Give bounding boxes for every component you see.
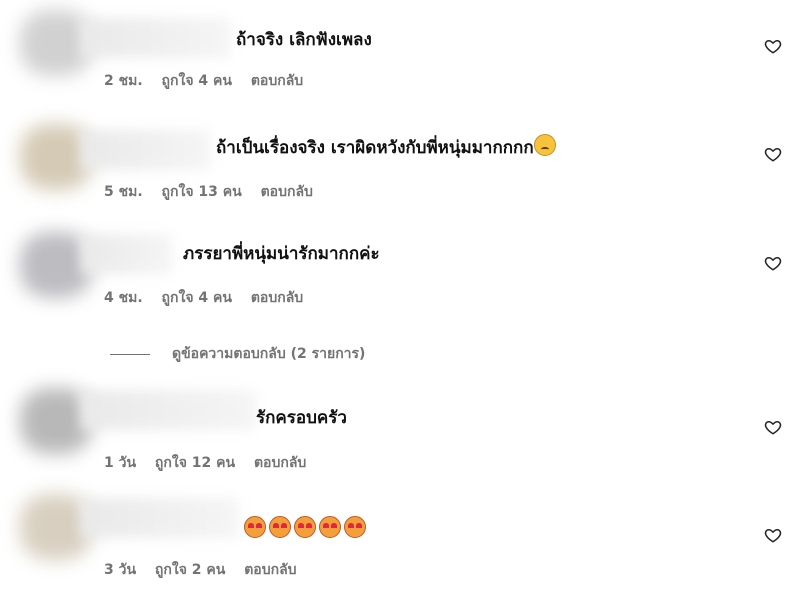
comment-meta: 4 ชม. ถูกใจ 4 คน ตอบกลับ: [104, 287, 317, 309]
heart-outline-icon[interactable]: [764, 145, 782, 163]
blurred-username[interactable]: [80, 130, 210, 170]
comment-time: 3 วัน: [104, 562, 137, 578]
comment-text-body: ถ้าเป็นเรื่องจริง เราผิดหวังกับพี่หนุ่มม…: [216, 138, 534, 158]
comment-text: ถ้าเป็นเรื่องจริง เราผิดหวังกับพี่หนุ่มม…: [216, 134, 559, 160]
smiling-face-with-hearts-emoji: [269, 516, 291, 538]
smiling-face-with-hearts-emoji: [319, 516, 341, 538]
reply-button[interactable]: ตอบกลับ: [244, 562, 296, 578]
blurred-username[interactable]: [80, 234, 172, 274]
comment-meta: 2 ชม. ถูกใจ 4 คน ตอบกลับ: [104, 70, 317, 92]
heart-outline-icon[interactable]: [764, 37, 782, 55]
replies-divider: [110, 353, 150, 355]
blurred-username[interactable]: [80, 390, 256, 430]
smiling-face-with-hearts-emoji: [344, 516, 366, 538]
smiling-face-with-hearts-emoji: [294, 516, 316, 538]
blurred-username[interactable]: [80, 498, 238, 538]
comment-time: 4 ชม.: [104, 290, 143, 306]
blurred-username[interactable]: [80, 18, 230, 58]
comment-meta: 3 วัน ถูกใจ 2 คน ตอบกลับ: [104, 559, 311, 581]
comment-text: ถ้าจริง เลิกฟังเพลง: [236, 30, 372, 50]
like-count[interactable]: ถูกใจ 13 คน: [162, 184, 242, 200]
reply-button[interactable]: ตอบกลับ: [251, 290, 303, 306]
smiling-face-with-hearts-emoji: [244, 516, 266, 538]
like-count[interactable]: ถูกใจ 12 คน: [155, 455, 235, 471]
reply-button[interactable]: ตอบกลับ: [251, 73, 303, 89]
heart-outline-icon[interactable]: [764, 526, 782, 544]
view-replies-label: ดูข้อความตอบกลับ (2 รายการ): [172, 346, 366, 362]
like-count[interactable]: ถูกใจ 4 คน: [162, 290, 232, 306]
comment-text: ภรรยาพี่หนุ่มน่ารักมากกค่ะ: [183, 244, 380, 264]
reply-button[interactable]: ตอบกลับ: [261, 184, 313, 200]
comment-text: [244, 516, 369, 542]
heart-outline-icon[interactable]: [764, 254, 782, 272]
comment-time: 1 วัน: [104, 455, 137, 471]
view-replies-button[interactable]: ดูข้อความตอบกลับ (2 รายการ): [110, 343, 365, 365]
reply-button[interactable]: ตอบกลับ: [254, 455, 306, 471]
like-count[interactable]: ถูกใจ 2 คน: [155, 562, 225, 578]
sad-face-emoji: [533, 134, 556, 156]
comment-time: 2 ชม.: [104, 73, 143, 89]
comment-time: 5 ชม.: [104, 184, 143, 200]
like-count[interactable]: ถูกใจ 4 คน: [162, 73, 232, 89]
comment-text: รักครอบครัว: [256, 408, 347, 428]
comment-meta: 1 วัน ถูกใจ 12 คน ตอบกลับ: [104, 452, 320, 474]
comment-meta: 5 ชม. ถูกใจ 13 คน ตอบกลับ: [104, 181, 327, 203]
heart-outline-icon[interactable]: [764, 418, 782, 436]
